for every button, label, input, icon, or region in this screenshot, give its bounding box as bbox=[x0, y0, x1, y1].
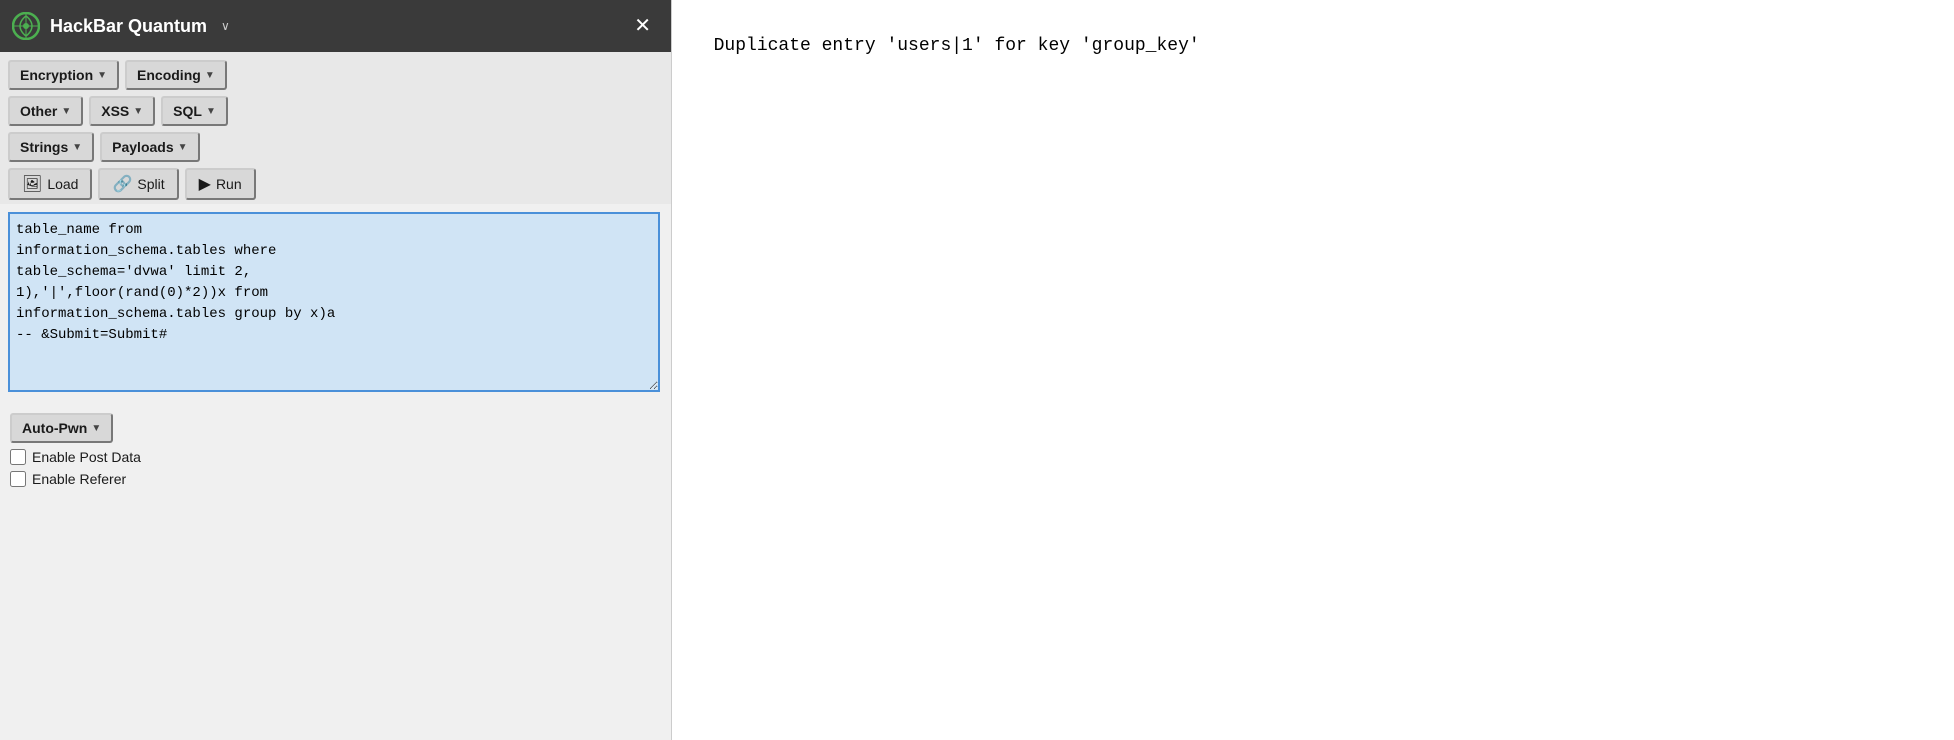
strings-dropdown[interactable]: Strings ▼ bbox=[8, 132, 94, 162]
sql-label: SQL bbox=[173, 103, 202, 119]
other-label: Other bbox=[20, 103, 57, 119]
other-dropdown[interactable]: Other ▼ bbox=[8, 96, 83, 126]
run-label: Run bbox=[216, 176, 242, 192]
enable-referer-checkbox[interactable] bbox=[10, 471, 26, 487]
encoding-arrow-icon: ▼ bbox=[205, 70, 215, 81]
auto-pwn-label: Auto-Pwn bbox=[22, 420, 87, 436]
strings-label: Strings bbox=[20, 139, 68, 155]
output-text: Duplicate entry 'users|1' for key 'group… bbox=[714, 36, 1200, 56]
app-title: HackBar Quantum bbox=[50, 16, 207, 37]
enable-post-data-label: Enable Post Data bbox=[32, 449, 141, 465]
toolbar-row-actions: 🖼 Load 🔗 Split ▶ Run bbox=[8, 168, 663, 200]
title-bar: HackBar Quantum ∨ ✕ bbox=[0, 0, 671, 52]
split-label: Split bbox=[137, 176, 164, 192]
load-button[interactable]: 🖼 Load bbox=[8, 168, 92, 200]
load-label: Load bbox=[47, 176, 78, 192]
payloads-arrow-icon: ▼ bbox=[178, 142, 188, 153]
toolbar-area: Encryption ▼ Encoding ▼ Other ▼ XSS ▼ SQ… bbox=[0, 52, 671, 204]
split-button[interactable]: 🔗 Split bbox=[98, 168, 178, 200]
run-icon: ▶ bbox=[199, 174, 211, 194]
title-bar-left: HackBar Quantum ∨ bbox=[12, 12, 230, 40]
encryption-label: Encryption bbox=[20, 67, 93, 83]
title-chevron-icon[interactable]: ∨ bbox=[221, 19, 230, 33]
hackbar-panel: HackBar Quantum ∨ ✕ Encryption ▼ Encodin… bbox=[0, 0, 672, 740]
close-button[interactable]: ✕ bbox=[626, 12, 659, 40]
run-button[interactable]: ▶ Run bbox=[185, 168, 256, 200]
bottom-area: Auto-Pwn ▼ Enable Post Data Enable Refer… bbox=[0, 405, 671, 495]
output-panel: Duplicate entry 'users|1' for key 'group… bbox=[672, 0, 1954, 740]
textarea-container: table_name from information_schema.table… bbox=[0, 204, 671, 405]
auto-pwn-arrow-icon: ▼ bbox=[91, 423, 101, 434]
split-icon: 🔗 bbox=[112, 174, 132, 194]
xss-label: XSS bbox=[101, 103, 129, 119]
xss-arrow-icon: ▼ bbox=[133, 106, 143, 117]
encryption-arrow-icon: ▼ bbox=[97, 70, 107, 81]
auto-pwn-dropdown[interactable]: Auto-Pwn ▼ bbox=[10, 413, 113, 443]
query-textarea[interactable]: table_name from information_schema.table… bbox=[8, 212, 660, 392]
toolbar-row-3: Strings ▼ Payloads ▼ bbox=[8, 132, 663, 162]
load-icon: 🖼 bbox=[22, 174, 42, 194]
other-arrow-icon: ▼ bbox=[61, 106, 71, 117]
auto-pwn-row: Auto-Pwn ▼ bbox=[10, 413, 661, 443]
toolbar-row-1: Encryption ▼ Encoding ▼ bbox=[8, 60, 663, 90]
enable-referer-label: Enable Referer bbox=[32, 471, 126, 487]
sql-dropdown[interactable]: SQL ▼ bbox=[161, 96, 228, 126]
payloads-dropdown[interactable]: Payloads ▼ bbox=[100, 132, 199, 162]
xss-dropdown[interactable]: XSS ▼ bbox=[89, 96, 155, 126]
enable-referer-row: Enable Referer bbox=[10, 471, 661, 487]
enable-post-data-row: Enable Post Data bbox=[10, 449, 661, 465]
strings-arrow-icon: ▼ bbox=[72, 142, 82, 153]
encoding-dropdown[interactable]: Encoding ▼ bbox=[125, 60, 227, 90]
payloads-label: Payloads bbox=[112, 139, 173, 155]
encryption-dropdown[interactable]: Encryption ▼ bbox=[8, 60, 119, 90]
encoding-label: Encoding bbox=[137, 67, 201, 83]
sql-arrow-icon: ▼ bbox=[206, 106, 216, 117]
toolbar-row-2: Other ▼ XSS ▼ SQL ▼ bbox=[8, 96, 663, 126]
hackbar-logo-icon bbox=[12, 12, 40, 40]
enable-post-data-checkbox[interactable] bbox=[10, 449, 26, 465]
